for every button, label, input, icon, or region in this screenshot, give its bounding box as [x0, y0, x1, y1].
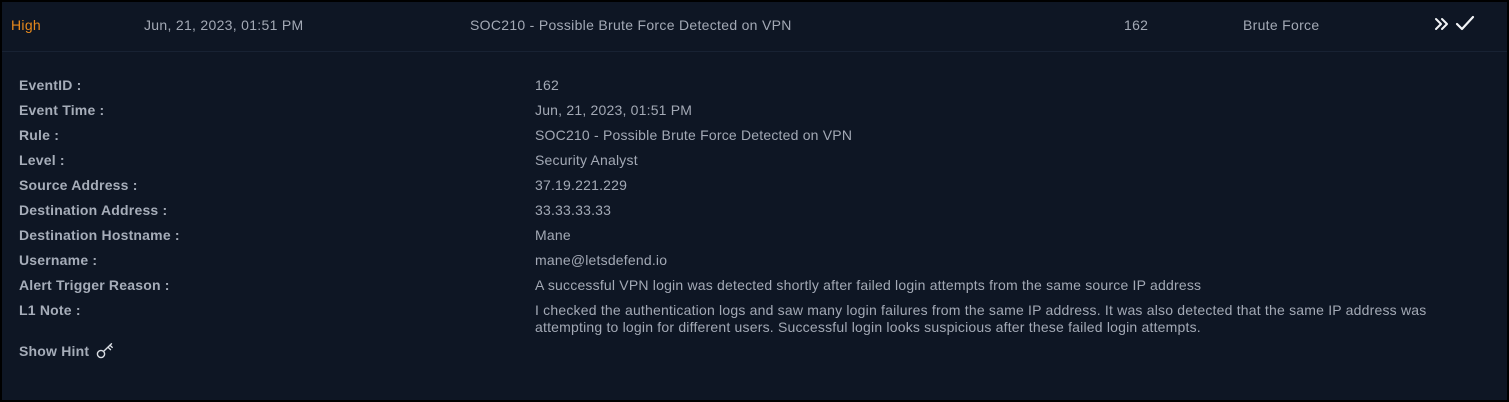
- detail-value: Jun, 21, 2023, 01:51 PM: [535, 102, 693, 118]
- checkmark-icon[interactable]: [1454, 13, 1476, 35]
- detail-label: Level :: [19, 152, 65, 168]
- detail-value: Mane: [535, 227, 571, 243]
- detail-label: L1 Note :: [19, 302, 81, 318]
- alert-time: Jun, 21, 2023, 01:51 PM: [144, 17, 304, 33]
- detail-label: Event Time :: [19, 102, 105, 118]
- detail-label: Username :: [19, 252, 98, 268]
- detail-label: EventID :: [19, 77, 82, 93]
- alert-header-row[interactable]: High Jun, 21, 2023, 01:51 PM SOC210 - Po…: [2, 2, 1507, 52]
- detail-value: Security Analyst: [535, 152, 638, 168]
- show-hint-button[interactable]: Show Hint: [19, 342, 115, 360]
- detail-label: Source Address :: [19, 177, 138, 193]
- detail-value: mane@letsdefend.io: [535, 252, 668, 268]
- double-chevron-right-icon[interactable]: [1432, 13, 1454, 35]
- alert-level: High: [11, 17, 41, 33]
- detail-value: A successful VPN login was detected shor…: [535, 277, 1202, 293]
- detail-value: 37.19.221.229: [535, 177, 628, 193]
- detail-value: 33.33.33.33: [535, 202, 612, 218]
- alert-panel: High Jun, 21, 2023, 01:51 PM SOC210 - Po…: [0, 0, 1509, 402]
- alert-actions: [1432, 13, 1482, 37]
- key-icon: [95, 342, 115, 360]
- detail-label: Rule :: [19, 127, 60, 143]
- detail-value: SOC210 - Possible Brute Force Detected o…: [535, 127, 853, 143]
- detail-label: Alert Trigger Reason :: [19, 277, 170, 293]
- detail-label: Destination Hostname :: [19, 227, 180, 243]
- detail-label: Destination Address :: [19, 202, 168, 218]
- alert-rule: SOC210 - Possible Brute Force Detected o…: [470, 17, 792, 33]
- alert-event-id: 162: [1124, 17, 1149, 33]
- show-hint-label: Show Hint: [19, 343, 90, 359]
- detail-value: 162: [535, 77, 559, 93]
- alert-type: Brute Force: [1243, 17, 1320, 33]
- detail-value: I checked the authentication logs and sa…: [535, 302, 1427, 335]
